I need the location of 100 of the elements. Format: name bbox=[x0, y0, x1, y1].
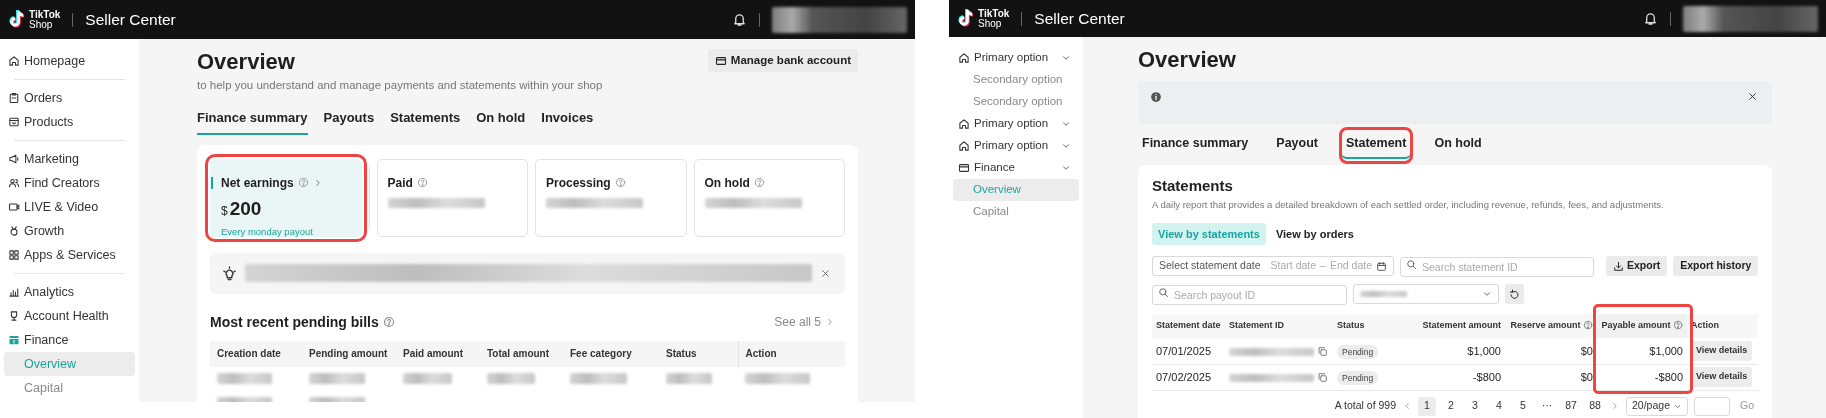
help-icon[interactable] bbox=[297, 177, 309, 189]
sidebar-label[interactable]: Primary option bbox=[974, 49, 1057, 67]
sidebar-label[interactable]: Apps & Services bbox=[24, 245, 116, 265]
table-cell: 07/02/2025 bbox=[1152, 364, 1225, 390]
close-icon[interactable] bbox=[820, 267, 831, 279]
sidebar-label[interactable]: Products bbox=[24, 112, 74, 132]
bell-icon[interactable] bbox=[1643, 11, 1658, 26]
sidebar-label[interactable]: Account Health bbox=[24, 306, 109, 326]
chevron-right-icon[interactable] bbox=[1610, 401, 1620, 411]
tab[interactable]: On hold bbox=[1430, 130, 1486, 161]
view-toggle[interactable]: View by orders bbox=[1269, 222, 1360, 245]
column-header: Statement date bbox=[1156, 320, 1221, 331]
copy-icon[interactable] bbox=[1317, 346, 1329, 358]
table-cell: $0 bbox=[1505, 338, 1597, 364]
grid-icon bbox=[8, 249, 20, 261]
sidebar-label[interactable]: Marketing bbox=[24, 149, 79, 169]
stat-card[interactable]: Processing bbox=[535, 158, 687, 237]
bell-icon[interactable] bbox=[732, 12, 747, 27]
tab[interactable]: On hold bbox=[476, 108, 526, 135]
sidebar-label[interactable]: Find Creators bbox=[24, 173, 100, 193]
page-input[interactable] bbox=[1694, 396, 1730, 416]
chevron-left-icon[interactable] bbox=[1402, 401, 1412, 411]
sidebar-subitem[interactable]: Secondary option bbox=[953, 91, 1079, 113]
export-button[interactable]: Export bbox=[1606, 256, 1668, 276]
info-icon bbox=[1150, 91, 1162, 103]
sidebar-subitem[interactable]: Secondary option bbox=[953, 69, 1079, 91]
page-button[interactable]: 1 bbox=[1418, 396, 1436, 416]
chevron-down-icon[interactable] bbox=[1061, 53, 1071, 63]
page-size-select[interactable]: 20/page bbox=[1626, 396, 1688, 416]
stat-card[interactable]: Paid bbox=[376, 158, 528, 237]
sidebar-label[interactable]: LIVE & Video bbox=[24, 197, 99, 217]
tab[interactable]: Finance summary bbox=[1138, 130, 1253, 161]
chevron-down-icon[interactable] bbox=[1061, 119, 1071, 129]
tab[interactable]: Payouts bbox=[323, 108, 375, 135]
sidebar-label[interactable]: Finance bbox=[24, 330, 69, 350]
column-header: Paid amount bbox=[396, 340, 480, 367]
stat-label: Processing bbox=[546, 174, 611, 192]
video-icon bbox=[8, 201, 20, 213]
section-title: Statements bbox=[1152, 175, 1234, 196]
search-icon bbox=[1158, 287, 1169, 298]
page-button[interactable]: 3 bbox=[1466, 396, 1484, 416]
section-title: Most recent pending bills bbox=[210, 312, 379, 332]
help-icon[interactable] bbox=[382, 316, 395, 329]
see-all-link[interactable]: See all 5 bbox=[774, 313, 835, 332]
tab[interactable]: Finance summary bbox=[197, 108, 308, 135]
blurred-text bbox=[403, 373, 452, 385]
close-icon[interactable] bbox=[1747, 91, 1758, 102]
stat-card[interactable]: On hold bbox=[693, 158, 845, 237]
view-details-button[interactable]: View details bbox=[1691, 367, 1753, 387]
help-icon[interactable] bbox=[1673, 320, 1683, 331]
sidebar-label[interactable]: Finance bbox=[974, 159, 1057, 177]
sidebar-subitem[interactable]: Capital bbox=[4, 376, 135, 400]
help-icon[interactable] bbox=[753, 177, 765, 189]
sidebar-label[interactable]: Growth bbox=[24, 221, 65, 241]
page-button[interactable]: 5 bbox=[1514, 396, 1532, 416]
tab[interactable]: Statements bbox=[390, 108, 461, 135]
account-name[interactable] bbox=[772, 6, 907, 33]
search-field[interactable]: Search statement ID bbox=[1400, 257, 1594, 277]
logo-text: TikTok bbox=[978, 8, 1010, 19]
sidebar-subitem[interactable]: Capital bbox=[953, 201, 1079, 223]
sidebar-label[interactable]: Primary option bbox=[974, 137, 1057, 155]
currency-symbol: $ bbox=[221, 202, 228, 220]
copy-icon[interactable] bbox=[1317, 372, 1329, 384]
help-icon[interactable] bbox=[1583, 320, 1593, 331]
tab[interactable]: Payout bbox=[1272, 130, 1322, 161]
table-cell: $1,000 bbox=[1413, 338, 1505, 364]
account-name[interactable] bbox=[1683, 5, 1818, 32]
search-field[interactable]: Search payout ID bbox=[1152, 285, 1347, 305]
table-cell: 07/01/2025 bbox=[1152, 338, 1225, 364]
page-button[interactable]: ··· bbox=[1538, 396, 1556, 416]
sidebar-label[interactable]: Primary option bbox=[974, 115, 1057, 133]
page-button[interactable]: 87 bbox=[1562, 396, 1580, 416]
help-icon[interactable] bbox=[614, 177, 626, 189]
app-title: Seller Center bbox=[1034, 8, 1125, 29]
date-range-field[interactable]: Select statement date Start date – End date bbox=[1152, 256, 1394, 276]
chevron-down-icon[interactable] bbox=[1061, 141, 1071, 151]
sidebar-label[interactable]: Orders bbox=[24, 88, 63, 108]
export-history-button[interactable]: Export history bbox=[1673, 256, 1759, 276]
column-header: Status bbox=[659, 340, 738, 367]
page-button[interactable]: 88 bbox=[1586, 396, 1604, 416]
page-button[interactable]: 2 bbox=[1442, 396, 1460, 416]
page-button[interactable]: 4 bbox=[1490, 396, 1508, 416]
sidebar-label[interactable]: Analytics bbox=[24, 282, 75, 302]
refresh-button[interactable] bbox=[1505, 284, 1524, 304]
help-icon[interactable] bbox=[416, 177, 428, 189]
home-icon bbox=[8, 55, 20, 67]
total-count: A total of 999 bbox=[1334, 398, 1396, 414]
tab[interactable]: Statement bbox=[1342, 130, 1411, 161]
chevron-down-icon[interactable] bbox=[1061, 163, 1071, 173]
tab[interactable]: Invoices bbox=[541, 108, 594, 135]
manage-bank-button[interactable]: Manage bank account bbox=[707, 49, 858, 73]
refresh-icon bbox=[1509, 288, 1520, 300]
download-icon bbox=[1613, 260, 1624, 272]
trophy-icon bbox=[8, 310, 20, 322]
blurred-text bbox=[745, 373, 811, 385]
view-details-button[interactable]: View details bbox=[1691, 341, 1753, 361]
sidebar-label[interactable]: Homepage bbox=[24, 51, 86, 71]
logo-text: Shop bbox=[978, 18, 1003, 29]
table-cell: $0 bbox=[1505, 364, 1597, 390]
column-header: Fee category bbox=[563, 340, 659, 367]
